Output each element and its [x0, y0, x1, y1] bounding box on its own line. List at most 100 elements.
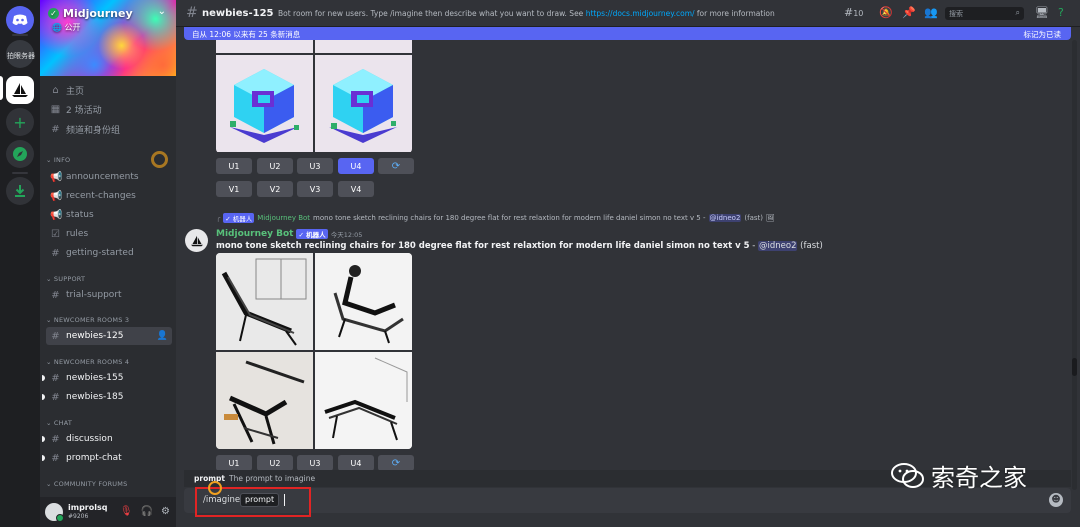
scrollbar-thumb[interactable]: [1072, 358, 1077, 376]
unread-indicator: [42, 455, 45, 461]
server-visibility: 🌐 公开: [52, 23, 81, 32]
rules-icon: ☑: [51, 228, 60, 240]
upscale-button-1[interactable]: U1: [216, 455, 252, 471]
variation-button-4[interactable]: V4: [338, 181, 374, 197]
search-input[interactable]: 搜索 ⌕: [945, 7, 1024, 20]
discord-home-button[interactable]: [6, 6, 34, 34]
reroll-button[interactable]: ⟳: [378, 455, 414, 471]
channel-announcements[interactable]: 📢 announcements: [46, 168, 172, 186]
docs-link[interactable]: https://docs.midjourney.com/: [586, 9, 695, 18]
channel-prompt-chat[interactable]: # prompt-chat: [42, 449, 172, 467]
help-icon[interactable]: ?: [1058, 6, 1064, 19]
reroll-button[interactable]: ⟳: [378, 158, 414, 174]
channel-topic[interactable]: Bot room for new users. Type /imagine th…: [278, 9, 775, 18]
avatar[interactable]: [45, 503, 64, 522]
threads-button[interactable]: #10: [844, 6, 863, 19]
forum-icon: #: [51, 289, 60, 301]
mention[interactable]: @idneo2: [758, 241, 798, 251]
upscale-button-1[interactable]: U1: [216, 158, 252, 174]
reply-reference[interactable]: ╭ ✓ 机器人 Midjourney Bot mono tone sketch …: [216, 213, 775, 223]
user-info[interactable]: improlsq #9206: [68, 503, 107, 521]
sidebar-item-channels-roles[interactable]: # 频道和身份组: [46, 120, 172, 138]
sidebar-item-events[interactable]: ▦ 2 场活动: [46, 100, 172, 118]
channel-rules[interactable]: ☑ rules: [46, 225, 172, 243]
rail-separator-2: [12, 172, 28, 174]
unread-indicator: [42, 375, 45, 381]
image-tile[interactable]: [216, 253, 313, 350]
hash-icon: #: [51, 247, 60, 259]
image-tile[interactable]: [315, 253, 412, 350]
invite-icon[interactable]: 👤: [157, 331, 168, 341]
upscale-button-2[interactable]: U2: [257, 455, 293, 471]
image-tile[interactable]: [216, 40, 313, 53]
variation-button-3[interactable]: V3: [297, 181, 333, 197]
channel-newbies-185[interactable]: # newbies-185: [42, 388, 172, 406]
message-timestamp: 今天12:05: [330, 231, 363, 239]
explore-servers-button[interactable]: [6, 140, 34, 168]
upscale-button-3[interactable]: U3: [297, 455, 333, 471]
image-tile[interactable]: [315, 352, 412, 449]
server-header[interactable]: ✓ Midjourney: [48, 7, 133, 20]
image-tile[interactable]: [315, 40, 412, 53]
channel-recent-changes[interactable]: 📢 recent-changes: [46, 187, 172, 205]
search-icon: ⌕: [1015, 8, 1020, 17]
new-messages-bar[interactable]: 自从 12:06 以来有 25 条新消息 标记为已读: [184, 27, 1071, 40]
download-apps-button[interactable]: [6, 177, 34, 205]
mute-icon[interactable]: 🎙: [120, 506, 133, 517]
chevron-down-icon[interactable]: ⌄: [158, 6, 166, 17]
mention[interactable]: @idneo2: [708, 214, 742, 222]
sketch-chair-image: [216, 253, 313, 350]
category-chat[interactable]: ⌄ CHAT: [46, 419, 72, 427]
variation-button-2[interactable]: V2: [257, 181, 293, 197]
option-description: The prompt to imagine: [229, 474, 316, 483]
image-tile[interactable]: [216, 55, 313, 152]
isometric-logo-image: [230, 69, 299, 143]
upscale-button-2[interactable]: U2: [257, 158, 293, 174]
channel-title: newbies-125: [202, 8, 274, 19]
server-icon-midjourney[interactable]: [6, 76, 34, 104]
scrollbar[interactable]: [1072, 40, 1077, 490]
headphones-icon[interactable]: 🎧: [141, 506, 153, 517]
sidebar-item-home[interactable]: ⌂ 主页: [46, 81, 172, 99]
message-author[interactable]: Midjourney Bot ✓ 机器人 今天12:05: [216, 229, 362, 239]
reply-author[interactable]: Midjourney Bot: [257, 214, 310, 222]
avatar[interactable]: [185, 229, 208, 252]
image-grid-previous[interactable]: [216, 40, 412, 153]
channel-newbies-155[interactable]: # newbies-155: [42, 369, 172, 387]
channel-getting-started[interactable]: # getting-started: [46, 244, 172, 262]
member-list-icon[interactable]: 👥: [924, 6, 938, 19]
inbox-icon[interactable]: 🖥: [1035, 6, 1049, 19]
reply-text: mono tone sketch reclining chairs for 18…: [313, 214, 706, 222]
rail-separator: [12, 34, 28, 36]
category-info[interactable]: ⌄ INFO: [46, 156, 70, 164]
pin-icon[interactable]: 📌: [902, 6, 916, 19]
channel-discussion[interactable]: # discussion: [42, 430, 172, 448]
isometric-logo-image: [329, 69, 397, 143]
emoji-icon[interactable]: ☻: [1049, 493, 1063, 507]
add-server-button[interactable]: +: [6, 108, 34, 136]
server-name: Midjourney: [63, 7, 133, 20]
category-community-forums[interactable]: ⌄ COMMUNITY FORUMS: [46, 480, 127, 488]
notifications-muted-icon[interactable]: 🔕: [879, 6, 893, 19]
category-newcomer-rooms-4[interactable]: ⌄ NEWCOMER ROOMS 4: [46, 358, 129, 366]
upscale-button-3[interactable]: U3: [297, 158, 333, 174]
home-icon: ⌂: [52, 84, 59, 96]
channel-header: # newbies-125 Bot room for new users. Ty…: [176, 0, 1080, 27]
category-newcomer-rooms-3[interactable]: ⌄ NEWCOMER ROOMS 3: [46, 316, 129, 324]
mark-as-read-button[interactable]: 标记为已读: [1024, 29, 1062, 40]
channel-newbies-125[interactable]: # newbies-125 👤: [46, 327, 172, 345]
upscale-button-4[interactable]: U4: [338, 158, 374, 174]
channel-status[interactable]: 📢 status: [46, 206, 172, 224]
variation-button-1[interactable]: V1: [216, 181, 252, 197]
image-tile[interactable]: [216, 352, 313, 449]
category-support[interactable]: ⌄ SUPPORT: [46, 275, 85, 283]
channel-trial-support[interactable]: # trial-support: [46, 286, 172, 304]
sketch-chair-image: [216, 352, 313, 449]
image-grid[interactable]: [216, 253, 412, 449]
upscale-button-4[interactable]: U4: [338, 455, 374, 471]
gear-icon[interactable]: ⚙: [161, 506, 170, 517]
hash-icon: #: [51, 452, 60, 464]
sketch-person-chair-image: [315, 253, 412, 350]
image-tile[interactable]: [315, 55, 412, 152]
unread-indicator: [42, 394, 45, 400]
